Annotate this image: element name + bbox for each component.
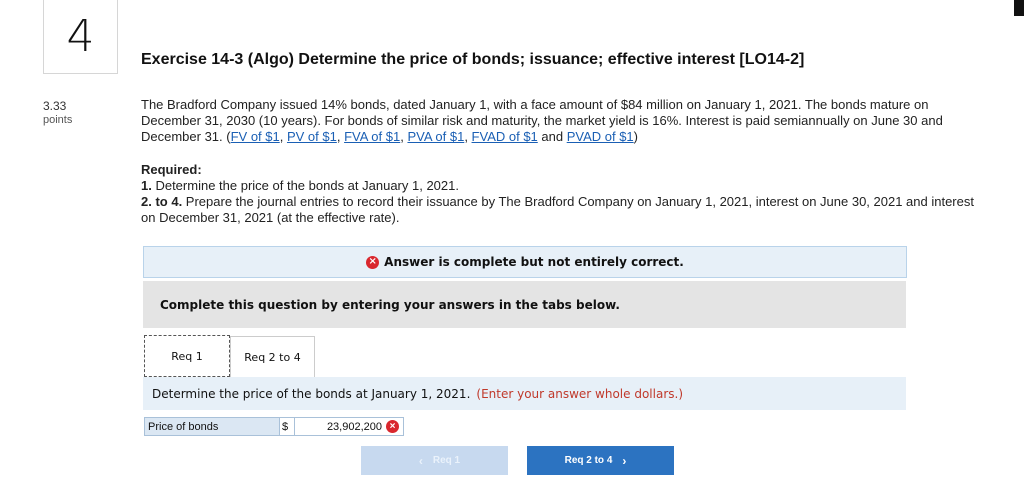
next-req-label: Req 2 to 4 [564,455,613,466]
price-of-bonds-label: Price of bonds [144,417,280,436]
price-of-bonds-row: Price of bonds $ 23,902,200 × [144,417,404,436]
question-points: 3.33 points [43,99,72,127]
points-value: 3.33 [43,99,67,113]
req1-hint: (Enter your answer whole dollars.) [476,386,684,401]
incorrect-icon: × [386,420,399,433]
req1-instructions: Determine the price of the bonds at Janu… [143,377,906,410]
required-section: Required: 1. Determine the price of the … [141,162,991,226]
separator: and [537,129,567,144]
tab-req-2-to-4[interactable]: Req 2 to 4 [230,336,315,378]
scrollbar-edge [1014,0,1024,16]
pvad-link[interactable]: PVAD of $1 [567,129,634,144]
instructions-text: Complete this question by entering your … [160,297,620,312]
chevron-left-icon: ‹ [418,453,423,468]
required-item2-num: 2. to 4. [141,194,183,209]
tab-req-1[interactable]: Req 1 [144,335,230,377]
currency-symbol: $ [280,417,295,436]
required-item1-num: 1. [141,178,152,193]
price-of-bonds-input[interactable]: 23,902,200 × [295,417,404,436]
separator: , [279,129,287,144]
chevron-right-icon: › [622,453,627,468]
answer-status-banner: × Answer is complete but not entirely co… [143,246,907,278]
error-icon: × [366,255,380,269]
fva-link[interactable]: FVA of $1 [344,129,400,144]
problem-text: The Bradford Company issued 14% bonds, d… [141,97,991,145]
required-item2-text: Prepare the journal entries to record th… [141,194,974,225]
required-heading: Required: [141,162,202,177]
answer-status-text: Answer is complete but not entirely corr… [384,255,684,269]
prev-req-label: Req 1 [432,455,461,466]
pva-link[interactable]: PVA of $1 [407,129,464,144]
required-item1-text: Determine the price of the bonds at Janu… [151,178,459,193]
fv-link[interactable]: FV of $1 [231,129,280,144]
next-req-button[interactable]: Req 2 to 4 › [527,446,674,475]
prev-req-button[interactable]: ‹ Req 1 [361,446,508,475]
separator: , [336,129,345,144]
separator: ) [633,129,639,144]
instructions-bar: Complete this question by entering your … [143,281,906,328]
price-of-bonds-value: 23,902,200 [326,420,382,433]
points-label: points [43,114,73,126]
fvad-link[interactable]: FVAD of $1 [472,129,538,144]
exercise-title: Exercise 14-3 (Algo) Determine the price… [141,51,805,68]
pv-link[interactable]: PV of $1 [287,129,337,144]
question-number: 4 [43,0,118,74]
separator: , [464,129,472,144]
req1-question: Determine the price of the bonds at Janu… [152,386,471,401]
